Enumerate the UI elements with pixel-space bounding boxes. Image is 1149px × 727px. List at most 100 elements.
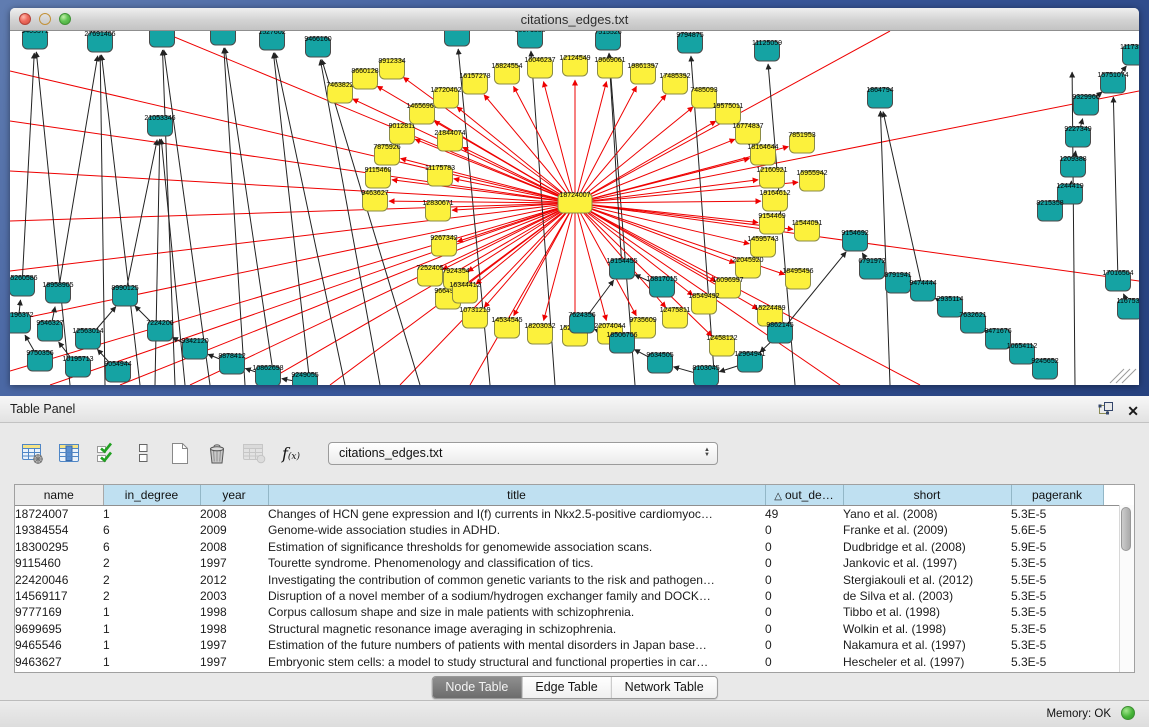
cell-in_degree[interactable]: 1 bbox=[103, 506, 200, 523]
column-header-name[interactable]: name bbox=[15, 485, 103, 506]
column-header-short[interactable]: short bbox=[843, 485, 1011, 506]
cell-short[interactable]: Tibbo et al. (1998) bbox=[843, 604, 1011, 620]
cell-name[interactable]: 19384554 bbox=[15, 522, 103, 538]
cell-year[interactable]: 2008 bbox=[200, 539, 268, 555]
cell-out_de[interactable]: 0 bbox=[765, 637, 843, 653]
cell-out_de[interactable]: 0 bbox=[765, 522, 843, 538]
cell-in_degree[interactable]: 6 bbox=[103, 539, 200, 555]
cell-title[interactable]: Genome-wide association studies in ADHD. bbox=[268, 522, 765, 538]
tab-node-table[interactable]: Node Table bbox=[432, 677, 522, 698]
cell-title[interactable]: Embryonic stem cells: a model to study s… bbox=[268, 654, 765, 670]
cell-pagerank[interactable]: 5.3E-5 bbox=[1011, 588, 1103, 604]
table-row[interactable]: 1872400712008Changes of HCN gene express… bbox=[15, 506, 1120, 523]
cell-short[interactable]: Hescheler et al. (1997) bbox=[843, 654, 1011, 670]
cell-pagerank[interactable]: 5.3E-5 bbox=[1011, 621, 1103, 637]
column-header-in_degree[interactable]: in_degree bbox=[103, 485, 200, 506]
cell-out_de[interactable]: 0 bbox=[765, 588, 843, 604]
table-row[interactable]: 1456911722003Disruption of a novel membe… bbox=[15, 588, 1120, 604]
window-resize-grip[interactable] bbox=[1116, 369, 1130, 383]
cell-in_degree[interactable]: 1 bbox=[103, 604, 200, 620]
cell-short[interactable]: de Silva et al. (2003) bbox=[843, 588, 1011, 604]
window-resize-grip[interactable] bbox=[1122, 369, 1136, 383]
float-panel-icon[interactable] bbox=[1098, 401, 1114, 420]
graph-node[interactable] bbox=[211, 31, 236, 45]
cell-name[interactable]: 22420046 bbox=[15, 572, 103, 588]
cell-in_degree[interactable]: 1 bbox=[103, 621, 200, 637]
table-row[interactable]: 969969511998Structural magnetic resonanc… bbox=[15, 621, 1120, 637]
network-window-titlebar[interactable]: citations_edges.txt bbox=[10, 8, 1139, 31]
cell-name[interactable]: 18724007 bbox=[15, 506, 103, 523]
table-settings-button[interactable] bbox=[18, 439, 46, 467]
cell-short[interactable]: Franke et al. (2009) bbox=[843, 522, 1011, 538]
cell-short[interactable]: Yano et al. (2008) bbox=[843, 506, 1011, 523]
cell-in_degree[interactable]: 2 bbox=[103, 555, 200, 571]
cell-name[interactable]: 9699695 bbox=[15, 621, 103, 637]
table-row[interactable]: 946554611997Estimation of the future num… bbox=[15, 637, 1120, 653]
minimize-button[interactable] bbox=[39, 13, 51, 25]
cell-in_degree[interactable]: 2 bbox=[103, 588, 200, 604]
column-header-year[interactable]: year bbox=[200, 485, 268, 506]
memory-ok-indicator[interactable] bbox=[1121, 706, 1135, 720]
table-row[interactable]: 977716911998Corpus callosum shape and si… bbox=[15, 604, 1120, 620]
cell-pagerank[interactable]: 5.3E-5 bbox=[1011, 637, 1103, 653]
close-panel-icon[interactable]: ✕ bbox=[1127, 404, 1139, 418]
cell-in_degree[interactable]: 1 bbox=[103, 637, 200, 653]
column-header-out_de[interactable]: △out_de… bbox=[765, 485, 843, 506]
table-row[interactable]: 2242004622012Investigating the contribut… bbox=[15, 572, 1120, 588]
cell-year[interactable]: 1997 bbox=[200, 637, 268, 653]
cell-pagerank[interactable]: 5.3E-5 bbox=[1011, 506, 1103, 523]
cell-short[interactable]: Nakamura et al. (1997) bbox=[843, 637, 1011, 653]
cell-name[interactable]: 9115460 bbox=[15, 555, 103, 571]
tab-edge-table[interactable]: Edge Table bbox=[522, 677, 611, 698]
table-panel-header[interactable]: Table Panel ✕ bbox=[0, 396, 1149, 423]
cell-title[interactable]: Changes of HCN gene expression and I(f) … bbox=[268, 506, 765, 523]
cell-year[interactable]: 2012 bbox=[200, 572, 268, 588]
cell-short[interactable]: Dudbridge et al. (2008) bbox=[843, 539, 1011, 555]
column-header-pagerank[interactable]: pagerank bbox=[1011, 485, 1103, 506]
cell-title[interactable]: Disruption of a novel member of a sodium… bbox=[268, 588, 765, 604]
cell-out_de[interactable]: 49 bbox=[765, 506, 843, 523]
cell-in_degree[interactable]: 1 bbox=[103, 654, 200, 670]
network-canvas[interactable]: 1872400794636279115460787592690128111465… bbox=[10, 31, 1139, 385]
table-row[interactable]: 1938455462009Genome-wide association stu… bbox=[15, 522, 1120, 538]
table-selector-dropdown[interactable]: citations_edges.txt ▲▼ bbox=[328, 442, 718, 465]
delete-table-button[interactable] bbox=[203, 439, 231, 467]
cell-year[interactable]: 2003 bbox=[200, 588, 268, 604]
cell-out_de[interactable]: 0 bbox=[765, 654, 843, 670]
cell-in_degree[interactable]: 6 bbox=[103, 522, 200, 538]
cell-out_de[interactable]: 0 bbox=[765, 621, 843, 637]
cell-year[interactable]: 1998 bbox=[200, 621, 268, 637]
cell-name[interactable]: 9777169 bbox=[15, 604, 103, 620]
cell-year[interactable]: 2008 bbox=[200, 506, 268, 523]
cell-in_degree[interactable]: 2 bbox=[103, 572, 200, 588]
window-resize-grip[interactable] bbox=[1110, 369, 1124, 383]
cell-pagerank[interactable]: 5.3E-5 bbox=[1011, 604, 1103, 620]
tab-network-table[interactable]: Network Table bbox=[612, 677, 717, 698]
cell-pagerank[interactable]: 5.3E-5 bbox=[1011, 654, 1103, 670]
import-table-button[interactable] bbox=[240, 439, 268, 467]
cell-short[interactable]: Wolkin et al. (1998) bbox=[843, 621, 1011, 637]
cell-year[interactable]: 1997 bbox=[200, 555, 268, 571]
cell-out_de[interactable]: 0 bbox=[765, 604, 843, 620]
cell-out_de[interactable]: 0 bbox=[765, 555, 843, 571]
cell-out_de[interactable]: 0 bbox=[765, 539, 843, 555]
cell-title[interactable]: Corpus callosum shape and size in male p… bbox=[268, 604, 765, 620]
cell-pagerank[interactable]: 5.9E-5 bbox=[1011, 539, 1103, 555]
cell-name[interactable]: 18300295 bbox=[15, 539, 103, 555]
new-table-button[interactable] bbox=[166, 439, 194, 467]
cell-title[interactable]: Tourette syndrome. Phenomenology and cla… bbox=[268, 555, 765, 571]
zoom-button[interactable] bbox=[59, 13, 71, 25]
cell-title[interactable]: Investigating the contribution of common… bbox=[268, 572, 765, 588]
graph-node[interactable] bbox=[445, 31, 470, 46]
graph-node[interactable] bbox=[150, 31, 175, 47]
table-row[interactable]: 1830029562008Estimation of significance … bbox=[15, 539, 1120, 555]
cell-title[interactable]: Structural magnetic resonance image aver… bbox=[268, 621, 765, 637]
close-button[interactable] bbox=[19, 13, 31, 25]
cell-short[interactable]: Jankovic et al. (1997) bbox=[843, 555, 1011, 571]
table-row[interactable]: 911546021997Tourette syndrome. Phenomeno… bbox=[15, 555, 1120, 571]
cell-pagerank[interactable]: 5.6E-5 bbox=[1011, 522, 1103, 538]
cell-short[interactable]: Stergiakouli et al. (2012) bbox=[843, 572, 1011, 588]
cell-pagerank[interactable]: 5.3E-5 bbox=[1011, 555, 1103, 571]
column-header-title[interactable]: title bbox=[268, 485, 765, 506]
function-builder-button[interactable]: f(x) bbox=[277, 439, 305, 467]
